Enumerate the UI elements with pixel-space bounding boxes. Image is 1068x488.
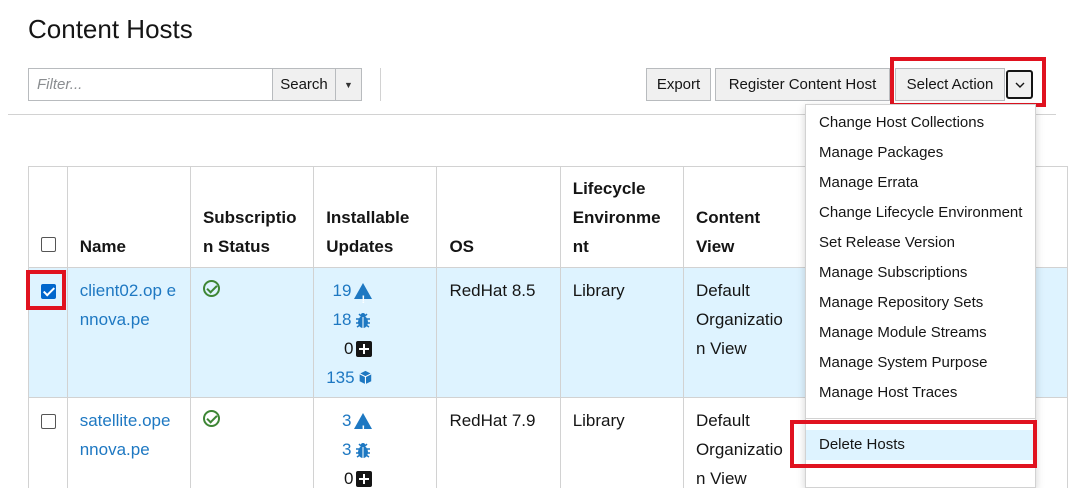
- menu-item-manage-module-streams[interactable]: Manage Module Streams: [806, 318, 1035, 348]
- package-updates[interactable]: 135: [326, 363, 424, 392]
- menu-item-set-release-version[interactable]: Set Release Version: [806, 228, 1035, 258]
- menu-item-change-host-collections[interactable]: Change Host Collections: [806, 108, 1035, 138]
- lifecycle-environment-cell: Library: [559, 397, 684, 488]
- column-header-subscription-status[interactable]: Subscriptio n Status: [189, 166, 315, 268]
- column-header-content-view[interactable]: Content View: [682, 166, 809, 268]
- menu-item-manage-errata[interactable]: Manage Errata: [806, 168, 1035, 198]
- plus-square-icon: [356, 340, 373, 357]
- host-name-link[interactable]: satellite.ope nnova.pe: [80, 411, 171, 459]
- column-header-lifecycle-environment[interactable]: Lifecycle Environme nt: [559, 166, 684, 268]
- security-warning-icon: [354, 282, 373, 315]
- host-name-link[interactable]: client02.op ennova.pe: [80, 281, 176, 329]
- installable-updates-cell: 3 3 0: [313, 397, 438, 488]
- export-button[interactable]: Export: [646, 68, 711, 101]
- os-cell: RedHat 7.9: [436, 397, 561, 488]
- column-header-name[interactable]: Name: [66, 166, 191, 268]
- row-checkbox[interactable]: [41, 284, 56, 299]
- menu-item-change-lifecycle-environment[interactable]: Change Lifecycle Environment: [806, 198, 1035, 228]
- security-warning-icon: [354, 412, 373, 445]
- package-icon: [358, 370, 372, 385]
- select-all-checkbox[interactable]: [41, 237, 56, 252]
- search-options-button[interactable]: ▼: [335, 68, 362, 101]
- toolbar-divider: [380, 68, 381, 101]
- security-errata[interactable]: 3: [326, 406, 424, 445]
- select-action-menu: Change Host Collections Manage Packages …: [805, 104, 1036, 488]
- page-title: Content Hosts: [28, 14, 193, 44]
- menu-item-manage-repository-sets[interactable]: Manage Repository Sets: [806, 288, 1035, 318]
- caret-down-icon: ▼: [344, 79, 353, 90]
- menu-item-delete-hosts[interactable]: Delete Hosts: [806, 430, 1035, 460]
- column-header-installable-updates[interactable]: Installable Updates: [313, 166, 438, 268]
- installable-updates-cell: 19 18 0 135: [313, 267, 438, 398]
- row-select-cell: [28, 267, 68, 398]
- check-circle-icon: [202, 280, 220, 297]
- row-select-cell: [28, 397, 68, 488]
- select-action-toggle[interactable]: [1006, 70, 1033, 99]
- menu-divider: [806, 418, 1035, 419]
- bugfix-errata[interactable]: 18: [326, 305, 424, 334]
- lifecycle-environment-cell: Library: [559, 267, 684, 398]
- bugfix-errata[interactable]: 3: [326, 435, 424, 464]
- menu-item-manage-subscriptions[interactable]: Manage Subscriptions: [806, 258, 1035, 288]
- content-view-cell: Default Organizatio n View: [682, 397, 809, 488]
- menu-item-manage-host-traces[interactable]: Manage Host Traces: [806, 378, 1035, 408]
- security-errata[interactable]: 19: [326, 276, 424, 315]
- select-all-cell: [28, 166, 68, 268]
- check-circle-icon: [202, 410, 220, 427]
- menu-item-manage-packages[interactable]: Manage Packages: [806, 138, 1035, 168]
- filter-input[interactable]: [28, 68, 273, 101]
- row-checkbox[interactable]: [41, 414, 56, 429]
- enhancement-errata: 0: [326, 334, 424, 363]
- menu-item-manage-system-purpose[interactable]: Manage System Purpose: [806, 348, 1035, 378]
- plus-square-icon: [356, 470, 373, 487]
- search-button[interactable]: Search: [272, 68, 336, 101]
- enhancement-errata: 0: [326, 464, 424, 488]
- register-content-host-button[interactable]: Register Content Host: [715, 68, 890, 101]
- column-header-os[interactable]: OS: [436, 166, 561, 268]
- os-cell: RedHat 8.5: [436, 267, 561, 398]
- content-view-cell: Default Organizatio n View: [682, 267, 809, 398]
- chevron-down-icon: [1015, 82, 1024, 88]
- select-action-button[interactable]: Select Action: [895, 68, 1005, 101]
